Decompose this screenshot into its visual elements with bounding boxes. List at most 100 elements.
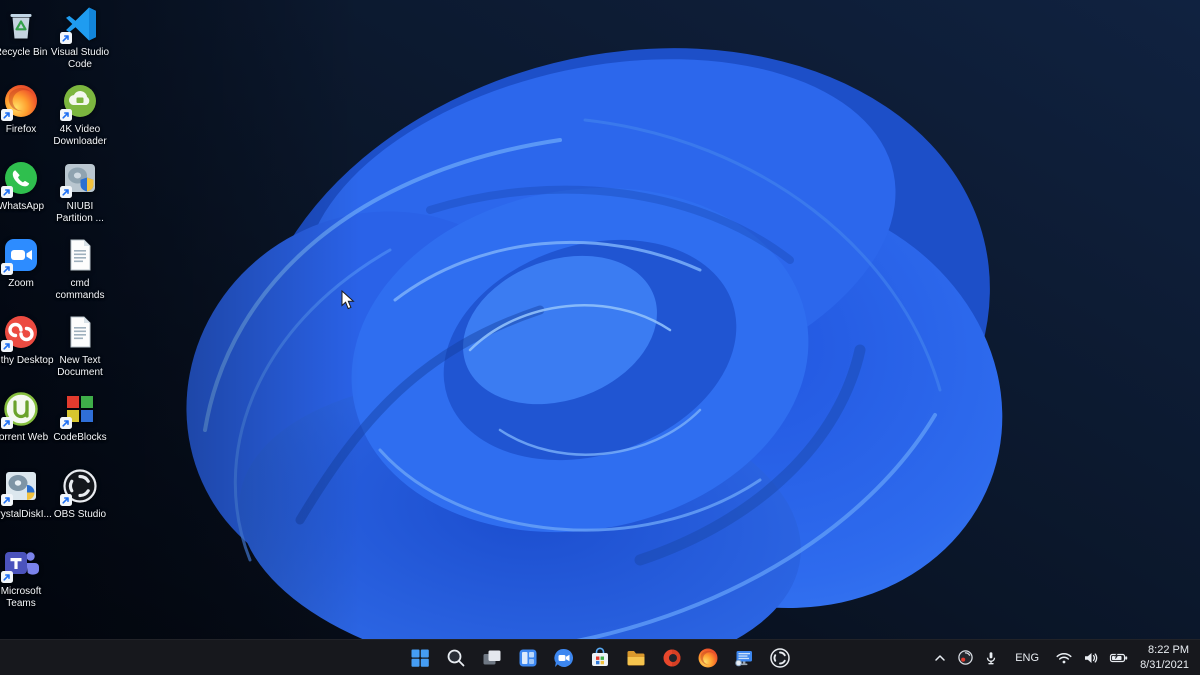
search-icon [447,649,465,666]
desktop-icon-label: Zoom [8,278,34,289]
taskbar-obs-studio-button[interactable] [764,643,796,673]
authy-icon [1,312,41,352]
firefox-icon [1,81,41,121]
taskbar-clock[interactable]: 8:22 PM 8/31/2021 [1134,643,1198,672]
desktop-icon-cmd-commands[interactable]: cmd commands [47,235,113,302]
file-explorer-icon [627,650,645,665]
start-icon [411,649,429,667]
taskbar-start-button[interactable] [404,643,436,673]
taskbar-center-buttons [404,640,796,675]
torrent-web-icon [1,389,41,429]
desktop-icon-niubi-partition[interactable]: NIUBI Partition ... [47,158,113,225]
store-icon [592,647,608,666]
shortcut-arrow-icon [1,109,13,121]
taskbar-firefox-button[interactable] [692,643,724,673]
desktop-icon-torrent-web[interactable]: Torrent Web [0,389,54,444]
desktop-icon-obs-studio[interactable]: OBS Studio [47,466,113,521]
firefox-icon [698,648,718,667]
desktop-icon-new-text-document[interactable]: New Text Document [47,312,113,379]
clock-date: 8/31/2021 [1140,658,1189,671]
obs-tray-button[interactable] [953,644,978,672]
taskbar-office-button[interactable] [656,643,688,673]
microphone-tray-button[interactable] [979,644,1003,672]
new-text-document-icon [60,312,100,352]
shortcut-arrow-icon [1,571,13,583]
desktop-icon-label: CrystalDiskI... [0,509,52,520]
desktop-icon-vscode[interactable]: Visual Studio Code [47,4,113,71]
niubi-partition-icon [60,158,100,198]
recycle-bin-icon [1,4,41,44]
obs-recording-icon [958,650,973,665]
taskbar-store-button[interactable] [584,643,616,673]
shortcut-arrow-icon [60,494,72,506]
taskbar-task-view-button[interactable] [476,643,508,673]
show-hidden-icons-button[interactable] [928,644,952,672]
microphone-icon [987,651,996,664]
shortcut-arrow-icon [60,32,72,44]
desktop-icon-label: cmd commands [55,278,105,301]
system-tray: ENG 8:22 PM 8/31/2021 [928,640,1198,675]
shortcut-arrow-icon [1,417,13,429]
taskbar-screen-app-button[interactable] [728,643,760,673]
desktop-icon-authy[interactable]: Authy Desktop [0,312,54,367]
volume-button[interactable] [1078,644,1104,672]
desktop-icon-label: Torrent Web [0,432,49,443]
wifi-button[interactable] [1051,644,1077,672]
desktop-icon-area: Recycle BinVisual Studio Code Firefox 4K V… [0,0,1200,640]
zoom-icon [1,235,41,275]
clock-time: 8:22 PM [1148,644,1189,657]
shortcut-arrow-icon [1,263,13,275]
desktop-icon-whatsapp[interactable]: WhatsApp [0,158,54,213]
speaker-icon [1085,652,1098,663]
shortcut-arrow-icon [60,186,72,198]
task-view-icon [483,650,501,664]
desktop-icon-label: New Text Document [57,355,103,378]
desktop-icon-firefox[interactable]: Firefox [0,81,54,136]
desktop-icon-label: Microsoft Teams [0,586,42,609]
language-indicator[interactable]: ENG [1004,644,1050,672]
desktop-icon-label: NIUBI Partition ... [56,201,104,224]
desktop-icon-label: Firefox [5,124,37,135]
4k-downloader-icon [60,81,100,121]
battery-button[interactable] [1105,644,1133,672]
taskbar-search-button[interactable] [440,643,472,673]
language-label: ENG [1015,651,1040,664]
desktop-icon-4k-downloader[interactable]: 4K Video Downloader [47,81,113,148]
battery-charging-icon [1109,652,1128,662]
office-icon [663,649,681,666]
desktop-icon-label: OBS Studio [53,509,107,520]
chevron-up-icon [935,654,945,661]
vscode-icon [60,4,100,44]
shortcut-arrow-icon [60,417,72,429]
whatsapp-icon [1,158,41,198]
desktop-icon-label: Recycle Bin [0,47,48,58]
windows-11-desktop: { "desktop": { "icons": [ {"id":"recycle… [0,0,1200,675]
desktop-icon-zoom[interactable]: Zoom [0,235,54,290]
desktop-icon-crystaldiskinfo[interactable]: CrystalDiskI... [0,466,54,521]
ms-teams-icon [1,543,41,583]
chat-icon [554,648,574,667]
codeblocks-icon [60,389,100,429]
taskbar-chat-button[interactable] [548,643,580,673]
shortcut-arrow-icon [1,340,13,352]
shortcut-arrow-icon [1,494,13,506]
desktop-icon-label: Authy Desktop [0,355,54,366]
screen-app-icon [735,650,752,666]
obs-studio-icon [770,647,790,668]
desktop-icon-label: 4K Video Downloader [53,124,107,147]
desktop-icon-ms-teams[interactable]: Microsoft Teams [0,543,54,610]
obs-studio-icon [60,466,100,506]
shortcut-arrow-icon [60,109,72,121]
taskbar-file-explorer-button[interactable] [620,643,652,673]
shortcut-arrow-icon [1,186,13,198]
desktop-icon-recycle-bin[interactable]: Recycle Bin [0,4,54,59]
cmd-commands-icon [60,235,100,275]
widgets-icon [519,649,537,666]
desktop-icon-label: CodeBlocks [53,432,107,443]
desktop-icon-label: WhatsApp [0,201,45,212]
wifi-icon [1056,652,1072,663]
desktop-icon-codeblocks[interactable]: CodeBlocks [47,389,113,444]
taskbar: ENG 8:22 PM 8/31/2021 [0,639,1200,675]
desktop-icon-label: Visual Studio Code [50,47,110,70]
taskbar-widgets-button[interactable] [512,643,544,673]
